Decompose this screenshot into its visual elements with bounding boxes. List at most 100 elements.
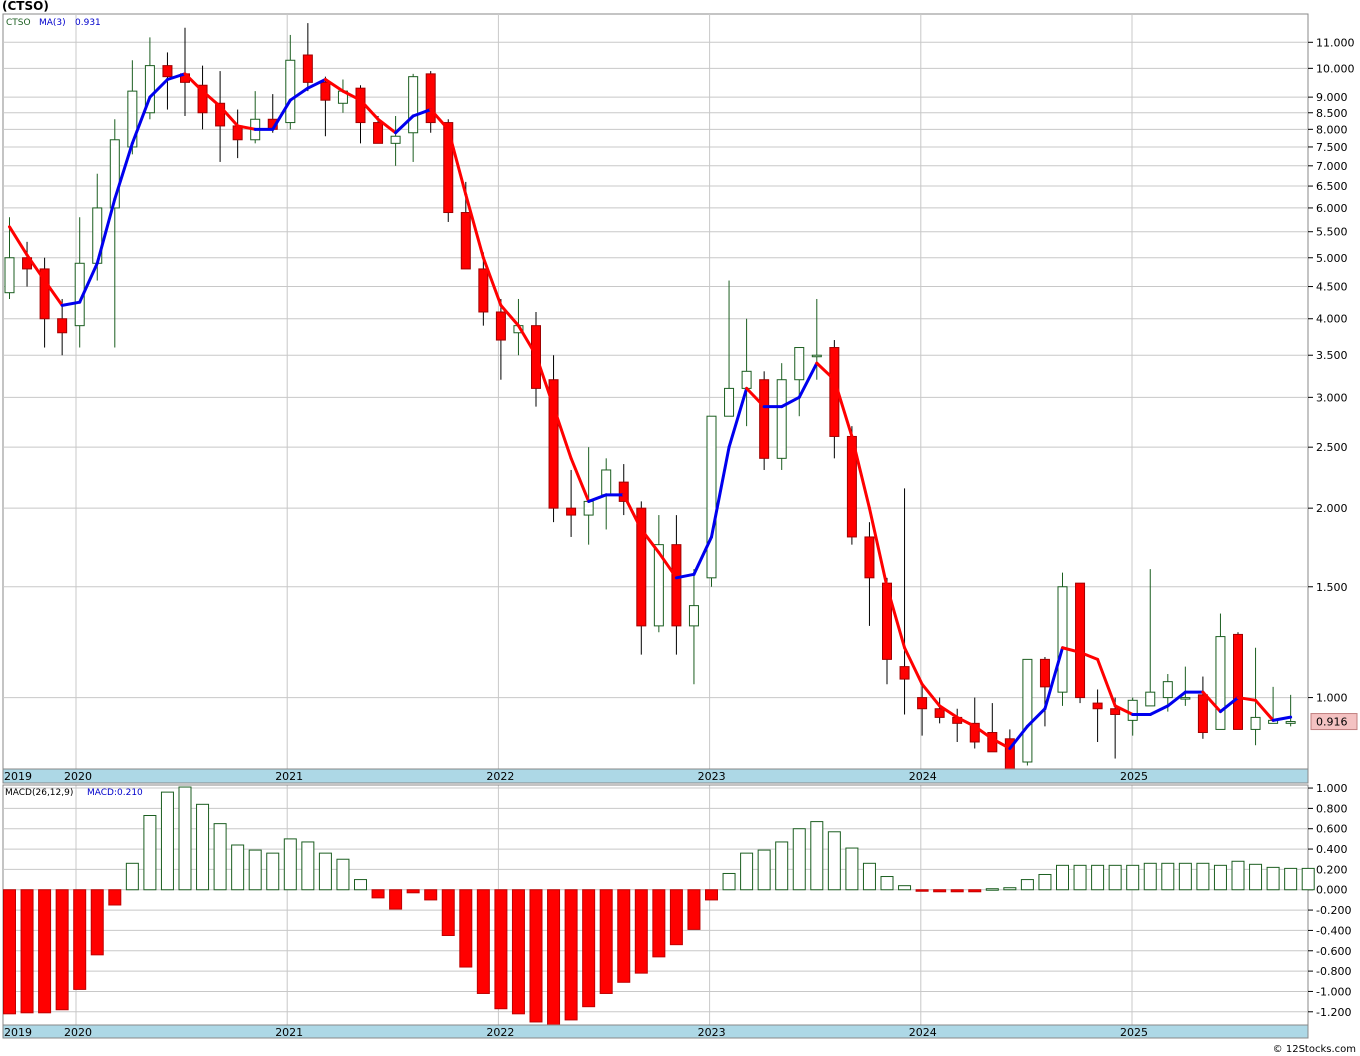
macd-bar [371,889,385,899]
candle-body [759,379,770,459]
candle-body [1075,582,1086,699]
macd-bar [125,862,139,891]
macd-bar [1056,864,1069,891]
macd-bar [1073,864,1087,891]
macd-bar [880,876,894,891]
price-panel [2,13,1309,770]
macd-tick-label: -0.800 [1316,965,1351,978]
macd-year-label: 2025 [1120,1026,1148,1039]
price-tick-label: 5.000 [1316,252,1348,265]
candle-body [57,318,68,334]
candle-body [1233,633,1243,730]
price-year-label: 2023 [698,770,726,783]
price-year-label: 2024 [909,770,937,783]
candle-body [408,76,419,134]
macd-bar [757,849,771,891]
legend-symbol: CTSO [6,18,31,28]
candle-body [671,544,682,627]
candle-body [1162,681,1173,699]
candle-body [1197,694,1208,734]
macd-bar [160,791,174,891]
macd-bar [933,889,947,893]
macd-tick-label: 0.400 [1316,843,1348,856]
price-year-label: 2022 [486,770,514,783]
macd-bar [634,889,648,974]
macd-bar [845,847,859,891]
price-tick-label: 8.000 [1316,123,1348,136]
candle-body [1250,716,1261,730]
macd-bar [1091,864,1105,891]
price-year-label: 2025 [1120,770,1148,783]
price-date-band [2,768,1309,784]
macd-bar [722,872,736,891]
macd-bar [968,889,982,893]
macd-tick-label: -1.200 [1316,1006,1351,1019]
price-tick-label: 3.000 [1316,391,1348,404]
candle-body [917,697,928,710]
candle-body [899,666,910,680]
macd-bar [827,831,841,891]
macd-year-label: 2023 [698,1026,726,1039]
price-tick-label: 4.000 [1316,313,1348,326]
candle-body [4,257,15,294]
macd-tick-label: 0.000 [1316,884,1348,897]
price-tick-label: 6.500 [1316,180,1348,193]
price-tick-label: 2.500 [1316,441,1348,454]
price-tick-label: 7.000 [1316,160,1348,173]
candle-body [1145,691,1156,707]
price-tick-label: 11.000 [1316,36,1355,49]
macd-bar [547,889,561,1026]
candle-body [706,415,717,579]
legend-ma-label: MA(3) [39,18,66,28]
stock-chart: 11.000 10.000 9.000 8.500 8.000 7.500 7.000 6.5… [2,13,1358,1039]
candle-body [794,347,805,381]
macd-bar [459,889,473,968]
price-tick-label: 2.000 [1316,502,1348,515]
macd-bar [143,815,157,891]
macd-tick-label: 0.200 [1316,863,1348,876]
candle-body [390,135,401,144]
candle-body [741,370,752,389]
candle-body [864,536,875,579]
macd-year-label: 2020 [64,1026,92,1039]
macd-bar [266,852,280,891]
macd-tick-label: -0.400 [1316,924,1351,937]
macd-tick-label: 1.000 [1316,782,1348,795]
candle-body [320,81,331,101]
macd-bar [687,889,701,930]
macd-tick-label: -0.600 [1316,945,1351,958]
macd-year-label: 2022 [486,1026,514,1039]
macd-bar [494,889,508,1010]
macd-bar [213,823,227,891]
candle-body [1022,658,1033,763]
candle-body [478,268,489,313]
macd-bar [705,889,718,901]
macd-bar [1178,862,1192,891]
macd-tick-label: -0.200 [1316,904,1351,917]
candle-body [1180,697,1191,700]
macd-bar [652,889,666,958]
legend-ma-value: 0.931 [75,18,101,28]
macd-bar [3,889,16,1015]
price-tick-label: 6.000 [1316,202,1348,215]
macd-bar [231,844,245,891]
macd-legend-value: MACD:0.210 [87,788,143,798]
macd-bar [336,858,350,891]
candle-body [724,387,735,417]
macd-bar [617,889,631,983]
macd-bar [950,889,964,893]
candle-body [1092,702,1103,710]
candle-body [162,65,173,78]
candle-body [566,507,577,516]
candle-body [934,708,945,718]
macd-date-band [2,1024,1309,1039]
macd-bar [476,889,490,994]
price-tick-label: 1.000 [1316,692,1348,705]
macd-bar [529,889,543,1023]
macd-bar [73,889,87,990]
macd-bar [406,889,420,894]
macd-bar [810,821,824,891]
candle-body [601,469,612,496]
macd-bar [196,803,210,891]
candle-body [495,311,506,341]
